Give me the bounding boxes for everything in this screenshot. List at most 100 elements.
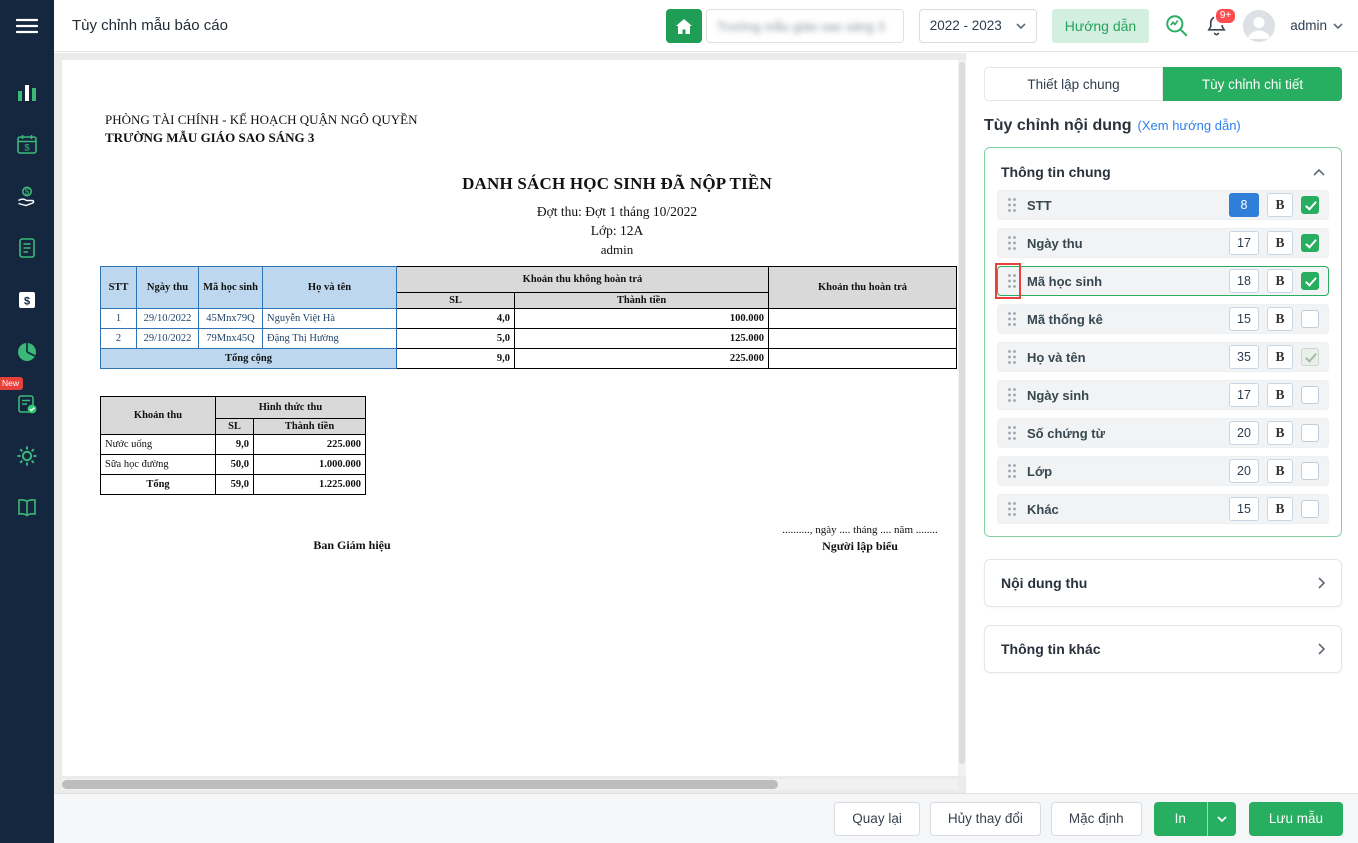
print-button[interactable]: In	[1154, 802, 1207, 836]
horizontal-scrollbar-thumb[interactable]	[62, 780, 778, 789]
field-row-stt[interactable]: STT B	[997, 190, 1329, 220]
guide-button[interactable]: Hướng dẫn	[1052, 9, 1149, 43]
tab-general-settings[interactable]: Thiết lập chung	[984, 67, 1163, 101]
school-search-input[interactable]: Trường mẫu giáo sao sáng 3	[706, 9, 904, 43]
drag-handle-icon[interactable]	[1007, 387, 1017, 403]
bold-toggle-button[interactable]: B	[1267, 459, 1293, 483]
field-checkbox[interactable]	[1301, 424, 1319, 442]
bar-chart-icon	[16, 81, 38, 103]
field-checkbox[interactable]	[1301, 500, 1319, 518]
sidebar-item-fees[interactable]: $	[10, 128, 44, 159]
field-checkbox[interactable]	[1301, 386, 1319, 404]
open-book-icon	[15, 497, 39, 519]
field-row-ma-hoc-sinh[interactable]: Mã học sinh B	[997, 266, 1329, 296]
sidebar-item-documents[interactable]	[10, 232, 44, 263]
bold-toggle-button[interactable]: B	[1267, 307, 1293, 331]
cell: 1.225.000	[254, 475, 366, 495]
cell: Nước uống	[101, 435, 216, 455]
field-row-ho-va-ten[interactable]: Họ và tên B	[997, 342, 1329, 372]
vertical-scrollbar-thumb[interactable]	[959, 62, 965, 764]
field-checkbox[interactable]	[1301, 462, 1319, 480]
field-checkbox[interactable]	[1301, 348, 1319, 366]
table-row: 2 29/10/2022 79Mnx45Q Đặng Thị Hường 5,0…	[101, 329, 957, 349]
field-width-input[interactable]	[1229, 421, 1259, 445]
field-width-input[interactable]	[1229, 307, 1259, 331]
cash-book-icon: $	[16, 289, 38, 311]
tab-detail-customization[interactable]: Tùy chỉnh chi tiết	[1163, 67, 1342, 101]
field-width-input[interactable]	[1229, 383, 1259, 407]
avatar[interactable]	[1243, 10, 1275, 42]
hand-coin-icon: $	[16, 185, 38, 207]
bold-toggle-button[interactable]: B	[1267, 497, 1293, 521]
sidebar-item-library[interactable]	[10, 492, 44, 523]
cell: 59,0	[216, 475, 254, 495]
col-header: STT	[101, 267, 137, 309]
field-width-input[interactable]	[1229, 345, 1259, 369]
sidebar-item-news[interactable]: New	[10, 388, 44, 419]
section-noi-dung-thu[interactable]: Nội dung thu	[984, 559, 1342, 607]
field-label: Lớp	[1027, 464, 1229, 479]
notifications-button[interactable]: 9+	[1205, 14, 1228, 37]
report-creator: admin	[62, 242, 958, 258]
field-row-ngay-thu[interactable]: Ngày thu B	[997, 228, 1329, 258]
gear-icon	[15, 444, 39, 468]
bold-toggle-button[interactable]: B	[1267, 421, 1293, 445]
drag-handle-icon[interactable]	[1007, 197, 1017, 213]
field-checkbox[interactable]	[1301, 234, 1319, 252]
print-options-caret[interactable]	[1207, 802, 1236, 836]
drag-handle-icon[interactable]	[1007, 311, 1017, 327]
back-button[interactable]: Quay lại	[834, 802, 920, 836]
vertical-scrollbar[interactable]	[958, 60, 966, 776]
chevron-right-icon	[1318, 577, 1325, 589]
field-row-ma-thong-ke[interactable]: Mã thống kê B	[997, 304, 1329, 334]
school-year-select[interactable]: 2022 - 2023	[919, 9, 1037, 43]
sidebar-item-statistics[interactable]	[10, 336, 44, 367]
bold-toggle-button[interactable]: B	[1267, 269, 1293, 293]
bold-toggle-button[interactable]: B	[1267, 193, 1293, 217]
pie-chart-icon	[16, 341, 38, 363]
sidebar-nav: $ $ $ New	[10, 76, 44, 523]
field-width-input[interactable]	[1229, 459, 1259, 483]
drag-handle-icon[interactable]	[1007, 501, 1017, 517]
field-width-input[interactable]	[1229, 193, 1259, 217]
view-guide-link[interactable]: (Xem hướng dẫn)	[1138, 118, 1241, 133]
analytics-button[interactable]	[1164, 13, 1190, 39]
sidebar-item-collect[interactable]: $	[10, 180, 44, 211]
field-label: Số chứng từ	[1027, 426, 1229, 441]
section-general-title: Thông tin chung	[1001, 164, 1111, 180]
panel-heading: Tùy chỉnh nội dung (Xem hướng dẫn)	[984, 117, 1342, 135]
print-split-button[interactable]: In	[1154, 802, 1236, 836]
field-checkbox[interactable]	[1301, 196, 1319, 214]
section-thong-tin-khac[interactable]: Thông tin khác	[984, 625, 1342, 673]
chevron-right-icon	[1318, 643, 1325, 655]
section-general-header[interactable]: Thông tin chung	[997, 160, 1329, 182]
bold-toggle-button[interactable]: B	[1267, 231, 1293, 255]
cell: 5,0	[397, 329, 515, 349]
field-checkbox[interactable]	[1301, 272, 1319, 290]
drag-handle-icon[interactable]	[1007, 463, 1017, 479]
horizontal-scrollbar[interactable]	[62, 779, 958, 790]
save-template-button[interactable]: Lưu mẫu	[1249, 802, 1343, 836]
org-line-2: TRƯỜNG MẪU GIÁO SAO SÁNG 3	[105, 130, 314, 146]
field-row-so-chung-tu[interactable]: Số chứng từ B	[997, 418, 1329, 448]
user-menu[interactable]: admin	[1290, 18, 1343, 33]
sidebar-item-reports[interactable]	[10, 76, 44, 107]
field-width-input[interactable]	[1229, 269, 1259, 293]
bold-toggle-button[interactable]: B	[1267, 345, 1293, 369]
sidebar-item-settings[interactable]	[10, 440, 44, 471]
default-button[interactable]: Mặc định	[1051, 802, 1142, 836]
sidebar-item-cashbook[interactable]: $	[10, 284, 44, 315]
bold-toggle-button[interactable]: B	[1267, 383, 1293, 407]
cancel-changes-button[interactable]: Hủy thay đổi	[930, 802, 1041, 836]
drag-handle-icon[interactable]	[1007, 425, 1017, 441]
field-checkbox[interactable]	[1301, 310, 1319, 328]
drag-handle-icon[interactable]	[1007, 235, 1017, 251]
home-button[interactable]	[666, 9, 702, 43]
menu-icon[interactable]	[0, 0, 54, 52]
field-row-lop[interactable]: Lớp B	[997, 456, 1329, 486]
drag-handle-icon[interactable]	[1007, 349, 1017, 365]
field-row-ngay-sinh[interactable]: Ngày sinh B	[997, 380, 1329, 410]
field-width-input[interactable]	[1229, 497, 1259, 521]
field-width-input[interactable]	[1229, 231, 1259, 255]
field-row-khac[interactable]: Khác B	[997, 494, 1329, 524]
